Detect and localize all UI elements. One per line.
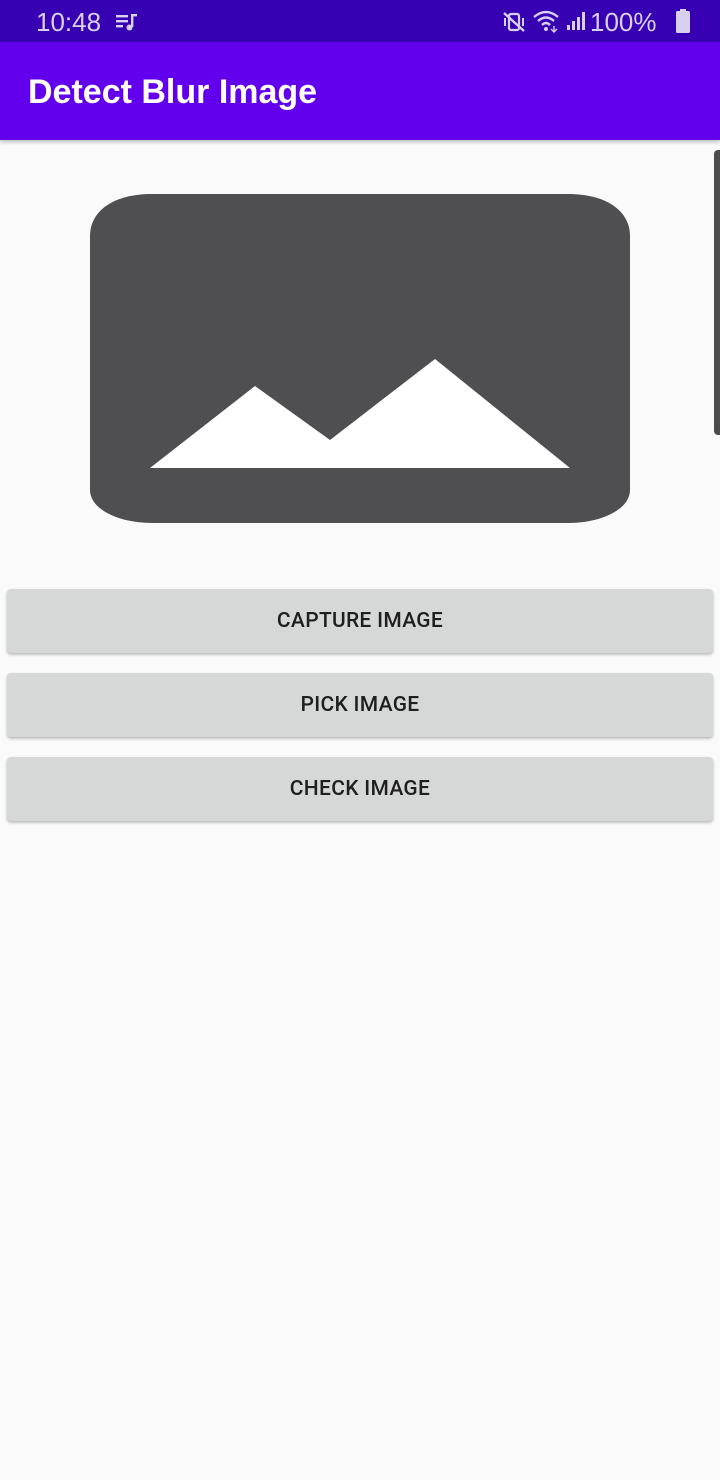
pick-image-button[interactable]: PICK IMAGE xyxy=(7,673,713,737)
image-placeholder-icon xyxy=(90,194,630,523)
check-image-button[interactable]: CHECK IMAGE xyxy=(7,757,713,821)
scroll-indicator[interactable] xyxy=(714,150,720,435)
status-icons: 100% xyxy=(490,0,720,42)
status-time: 10:48 xyxy=(36,7,102,37)
battery-icon xyxy=(676,9,690,33)
app-title: Detect Blur Image xyxy=(28,73,318,111)
battery-percentage: 100% xyxy=(590,7,657,37)
app-bar: Detect Blur Image xyxy=(0,42,720,140)
music-queue-icon xyxy=(116,14,137,31)
capture-image-button[interactable]: CAPTURE IMAGE xyxy=(7,589,713,653)
status-bar: 10:48 100% xyxy=(0,0,720,42)
vibrate-mute-icon xyxy=(503,12,525,32)
signal-icon xyxy=(567,12,585,30)
wifi-icon xyxy=(533,10,559,33)
